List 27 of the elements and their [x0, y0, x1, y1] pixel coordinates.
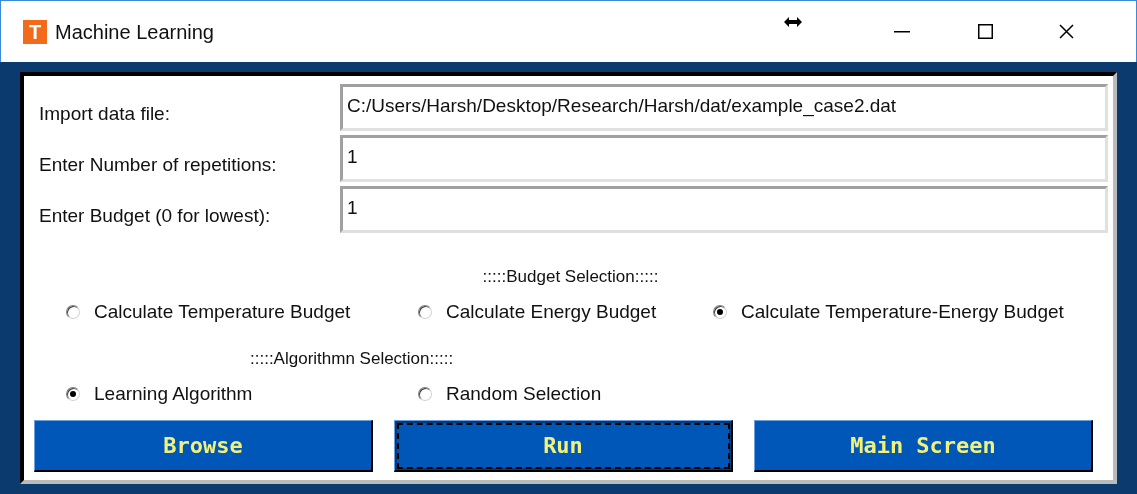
minimize-icon[interactable]	[894, 30, 910, 33]
radio-label: Calculate Energy Budget	[446, 299, 657, 324]
radio-label: Random Selection	[446, 381, 602, 406]
radio-label: Calculate Temperature-Energy Budget	[741, 299, 1064, 324]
action-button[interactable]: Main Screen	[754, 420, 1093, 472]
radio-button[interactable]	[713, 305, 727, 319]
section-heading: :::::Budget Selection:::::	[482, 266, 659, 288]
text-field[interactable]: 1	[340, 135, 1108, 182]
close-icon[interactable]	[1059, 24, 1074, 39]
radio-button[interactable]	[418, 387, 432, 401]
radio-label: Calculate Temperature Budget	[94, 299, 351, 324]
window-title: Machine Learning	[55, 19, 214, 45]
action-button[interactable]: Run	[394, 420, 733, 472]
radio-button[interactable]	[66, 305, 80, 319]
action-button[interactable]: Browse	[34, 420, 373, 472]
maximize-icon[interactable]	[978, 24, 993, 39]
app-icon: T	[23, 19, 47, 44]
resize-cursor-icon	[784, 16, 802, 27]
radio-label: Learning Algorithm	[94, 381, 253, 406]
text-field[interactable]: C:/Users/Harsh/Desktop/Research/Harsh/dat/example_case2.dat	[340, 84, 1108, 131]
field-label: Import data file:	[39, 101, 171, 126]
section-heading: :::::Algorithmn Selection:::::	[250, 349, 454, 368]
radio-button[interactable]	[418, 305, 432, 319]
text-field[interactable]: 1	[340, 186, 1108, 233]
field-label: Enter Number of repetitions:	[39, 152, 278, 177]
radio-button[interactable]	[66, 387, 80, 401]
field-label: Enter Budget (0 for lowest):	[39, 203, 272, 228]
